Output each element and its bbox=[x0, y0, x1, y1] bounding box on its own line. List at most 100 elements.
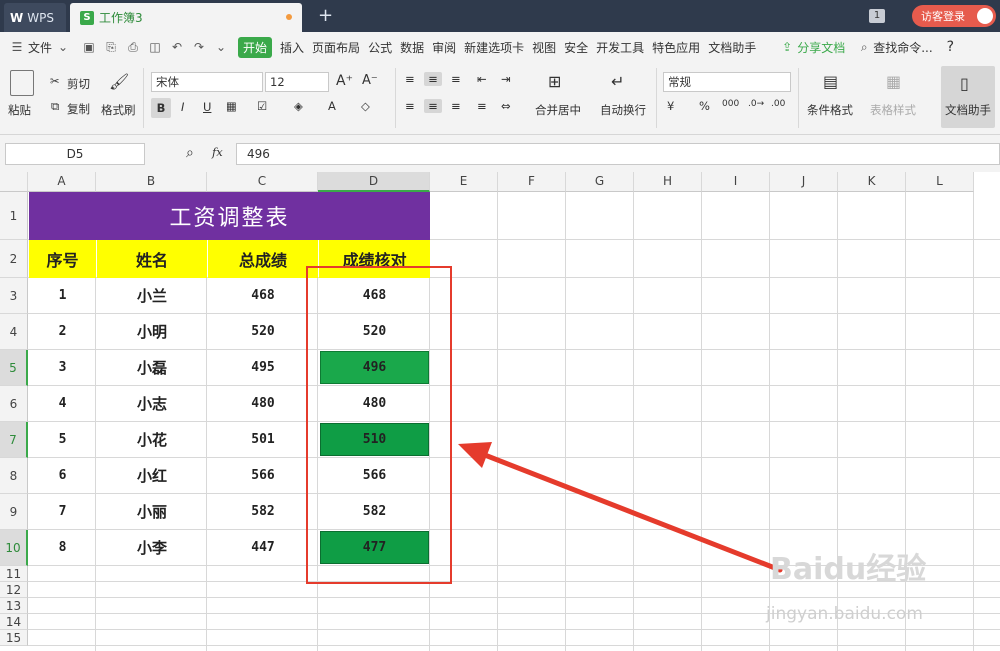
conditional-format-icon[interactable]: ▤ bbox=[823, 72, 838, 91]
column-header-c[interactable]: C bbox=[207, 172, 318, 192]
decrease-font-icon[interactable]: A⁻ bbox=[362, 73, 378, 88]
format-painter-button[interactable]: 格式刷 bbox=[101, 102, 136, 118]
chevron-down-icon[interactable]: ⌄ bbox=[56, 40, 70, 54]
table-style-icon[interactable]: ▦ bbox=[886, 72, 901, 91]
new-tab-plus-icon[interactable]: + bbox=[318, 5, 333, 26]
scissors-icon[interactable]: ✂ bbox=[50, 74, 60, 88]
number-format-select[interactable]: 常规 bbox=[663, 72, 791, 92]
wps-app-tab[interactable]: W WPS bbox=[4, 3, 66, 32]
share-doc-button[interactable]: 分享文档 bbox=[797, 39, 845, 56]
font-size-select[interactable]: 12 bbox=[265, 72, 329, 92]
row-header-11[interactable]: 11 bbox=[0, 566, 28, 582]
row-header-7[interactable]: 7 bbox=[0, 422, 28, 458]
undo-icon[interactable]: ↶ bbox=[170, 40, 184, 54]
share-icon[interactable]: ⇪ bbox=[780, 40, 794, 54]
column-header-g[interactable]: G bbox=[566, 172, 634, 192]
clear-icon[interactable]: ◇ bbox=[361, 99, 370, 113]
menu-doc-assistant[interactable]: 文档助手 bbox=[708, 39, 756, 56]
row-header-10[interactable]: 10 bbox=[0, 530, 28, 566]
data-cell[interactable]: 501 bbox=[208, 422, 318, 457]
window-count-badge[interactable]: 1 bbox=[869, 9, 885, 23]
row-header-9[interactable]: 9 bbox=[0, 494, 28, 530]
thousands-icon[interactable]: 000 bbox=[722, 99, 739, 109]
help-button[interactable]: ? bbox=[947, 39, 954, 55]
print-preview-icon[interactable]: ◫ bbox=[148, 40, 162, 54]
bold-icon[interactable]: B bbox=[151, 98, 171, 118]
data-cell[interactable]: 3 bbox=[29, 350, 96, 385]
column-header-h[interactable]: H bbox=[634, 172, 702, 192]
data-cell[interactable]: 566 bbox=[208, 458, 318, 493]
menu-features[interactable]: 特色应用 bbox=[652, 39, 700, 56]
align-bottom-icon[interactable]: ≡ bbox=[451, 72, 461, 86]
data-cell[interactable]: 495 bbox=[208, 350, 318, 385]
decrease-indent-icon[interactable]: ⇤ bbox=[477, 72, 487, 86]
data-cell[interactable]: 6 bbox=[29, 458, 96, 493]
clipboard-icon[interactable] bbox=[10, 70, 34, 96]
visitor-login-button[interactable]: 访客登录 bbox=[912, 5, 996, 27]
currency-icon[interactable]: ¥ bbox=[667, 99, 674, 113]
data-cell[interactable]: 7 bbox=[29, 494, 96, 529]
column-header-e[interactable]: E bbox=[430, 172, 498, 192]
menu-developer[interactable]: 开发工具 bbox=[596, 39, 644, 56]
menu-formula[interactable]: 公式 bbox=[368, 39, 392, 56]
row-header-3[interactable]: 3 bbox=[0, 278, 28, 314]
row-header-8[interactable]: 8 bbox=[0, 458, 28, 494]
header-cell[interactable]: 序号 bbox=[29, 240, 96, 278]
copy-icon[interactable]: ⧉ bbox=[51, 99, 59, 114]
menu-review[interactable]: 审阅 bbox=[432, 39, 456, 56]
align-left-icon[interactable]: ≡ bbox=[405, 99, 415, 113]
align-top-icon[interactable]: ≡ bbox=[405, 72, 415, 86]
column-header-i[interactable]: I bbox=[702, 172, 770, 192]
italic-icon[interactable]: I bbox=[181, 100, 184, 114]
decrease-decimal-icon[interactable]: .00 bbox=[771, 99, 785, 109]
align-middle-icon[interactable]: ≡ bbox=[424, 72, 442, 86]
menu-security[interactable]: 安全 bbox=[564, 39, 588, 56]
customize-dropdown-icon[interactable]: ⌄ bbox=[214, 40, 228, 54]
underline-icon[interactable]: U bbox=[203, 100, 211, 114]
row-header-14[interactable]: 14 bbox=[0, 614, 28, 630]
row-header-1[interactable]: 1 bbox=[0, 192, 28, 240]
redo-icon[interactable]: ↷ bbox=[192, 40, 206, 54]
justify-icon[interactable]: ≡ bbox=[477, 99, 487, 113]
row-header-15[interactable]: 15 bbox=[0, 630, 28, 646]
data-cell[interactable]: 520 bbox=[208, 314, 318, 349]
name-box[interactable]: D5 bbox=[5, 143, 145, 165]
header-cell[interactable]: 总成绩 bbox=[208, 240, 318, 278]
select-all-corner[interactable] bbox=[0, 172, 28, 192]
data-cell[interactable]: 小花 bbox=[97, 422, 207, 457]
column-header-k[interactable]: K bbox=[838, 172, 906, 192]
data-cell[interactable]: 1 bbox=[29, 278, 96, 313]
search-icon[interactable]: ⌕ bbox=[857, 40, 871, 54]
distributed-icon[interactable]: ⇔ bbox=[501, 99, 511, 113]
align-center-icon[interactable]: ≡ bbox=[424, 99, 442, 113]
data-cell[interactable]: 小志 bbox=[97, 386, 207, 421]
table-title[interactable]: 工资调整表 bbox=[29, 192, 430, 240]
row-header-12[interactable]: 12 bbox=[0, 582, 28, 598]
print-icon[interactable]: ⎙ bbox=[126, 40, 140, 54]
hamburger-menu-icon[interactable]: ☰ bbox=[10, 40, 24, 54]
data-cell[interactable]: 小磊 bbox=[97, 350, 207, 385]
menu-new-tab[interactable]: 新建选项卡 bbox=[464, 39, 524, 56]
column-header-f[interactable]: F bbox=[498, 172, 566, 192]
menu-view[interactable]: 视图 bbox=[532, 39, 556, 56]
merge-center-button[interactable]: 合并居中 bbox=[535, 102, 581, 118]
cell-style-icon[interactable]: ☑ bbox=[257, 99, 267, 113]
menu-page-layout[interactable]: 页面布局 bbox=[312, 39, 360, 56]
row-header-2[interactable]: 2 bbox=[0, 240, 28, 278]
formula-input[interactable]: 496 bbox=[236, 143, 1000, 165]
row-header-13[interactable]: 13 bbox=[0, 598, 28, 614]
row-header-4[interactable]: 4 bbox=[0, 314, 28, 350]
file-menu[interactable]: 文件 bbox=[28, 39, 52, 56]
data-cell[interactable]: 468 bbox=[208, 278, 318, 313]
table-style-button[interactable]: 表格样式 bbox=[870, 102, 916, 118]
menu-start[interactable]: 开始 bbox=[238, 36, 273, 58]
menu-insert[interactable]: 插入 bbox=[280, 39, 304, 56]
column-header-b[interactable]: B bbox=[96, 172, 207, 192]
column-header-l[interactable]: L bbox=[906, 172, 974, 192]
row-header-6[interactable]: 6 bbox=[0, 386, 28, 422]
percent-icon[interactable]: % bbox=[699, 99, 710, 113]
data-cell[interactable]: 4 bbox=[29, 386, 96, 421]
fill-color-icon[interactable]: ◈ bbox=[294, 99, 303, 113]
zoom-icon[interactable]: ⌕ bbox=[186, 145, 194, 161]
workbook-tab[interactable]: S 工作簿3 bbox=[70, 3, 302, 32]
